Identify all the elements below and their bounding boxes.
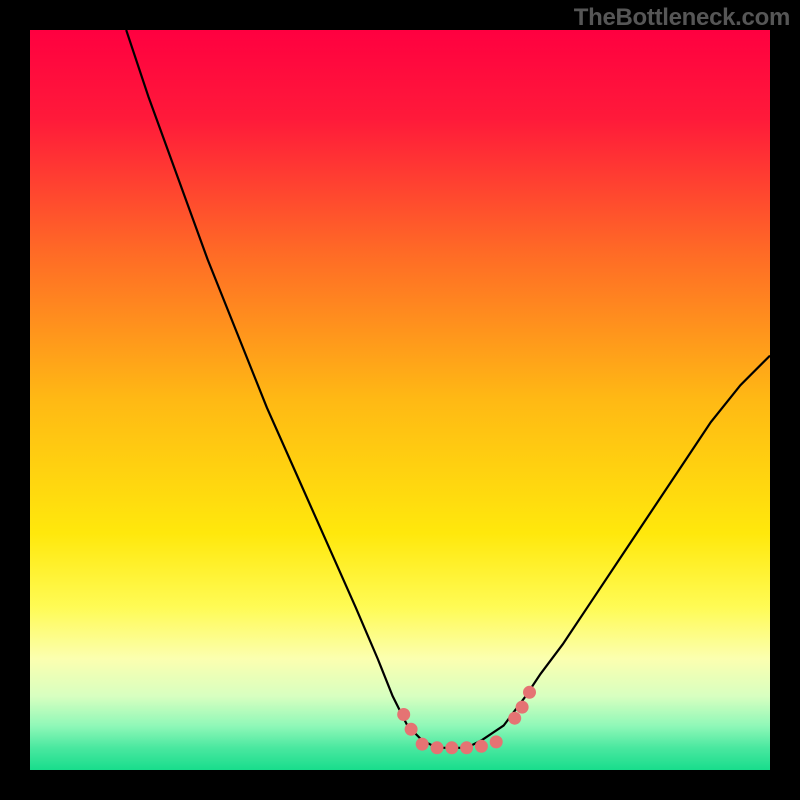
bottleneck-chart <box>30 30 770 770</box>
marker-dot <box>475 740 488 753</box>
marker-dot <box>445 741 458 754</box>
marker-dot <box>516 701 529 714</box>
marker-dot <box>405 723 418 736</box>
marker-dot <box>460 741 473 754</box>
marker-dot <box>490 735 503 748</box>
marker-dot <box>508 712 521 725</box>
gradient-background <box>30 30 770 770</box>
marker-dot <box>431 741 444 754</box>
marker-dot <box>416 738 429 751</box>
marker-dot <box>397 708 410 721</box>
watermark-text: TheBottleneck.com <box>574 4 790 32</box>
marker-dot <box>523 686 536 699</box>
outer-frame: TheBottleneck.com <box>0 0 800 800</box>
